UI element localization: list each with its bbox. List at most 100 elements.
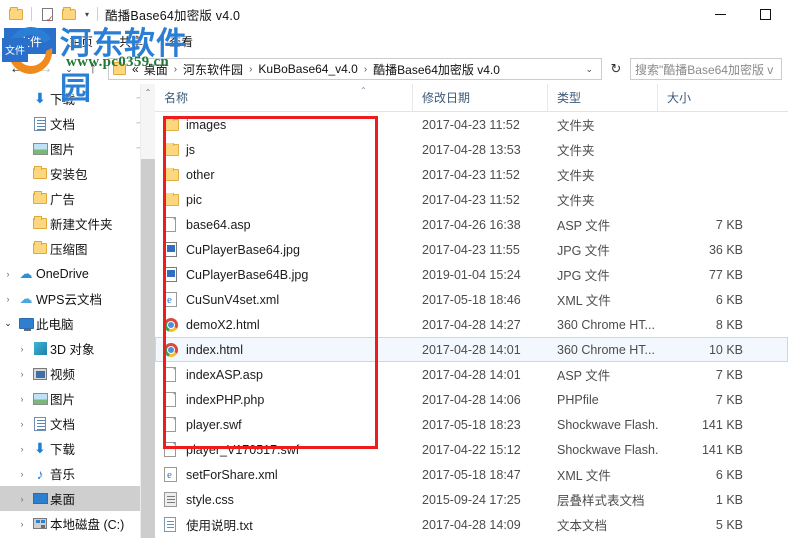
tab-view[interactable]: 查看 <box>156 30 206 54</box>
sidebar-scrollbar[interactable]: ⌃ <box>140 84 155 538</box>
breadcrumb[interactable]: « 桌面 › 河东软件园 › KuBoBase64_v4.0 › 酷播Base6… <box>108 58 602 80</box>
table-row[interactable]: style.css 2015-09-24 17:25 层叠样式表文档 1 KB <box>155 487 788 512</box>
table-row[interactable]: images 2017-04-23 11:52 文件夹 <box>155 112 788 137</box>
sidebar-item-12[interactable]: › 图片 <box>0 386 155 411</box>
sidebar-item-15[interactable]: › ♪ 音乐 <box>0 461 155 486</box>
tab-share[interactable]: 共享 <box>106 30 156 54</box>
sidebar-item-13[interactable]: › 文档 <box>0 411 155 436</box>
sidebar-item-10[interactable]: › 3D 对象 <box>0 336 155 361</box>
chevron-right-icon[interactable]: › <box>14 419 30 429</box>
table-row[interactable]: indexPHP.php 2017-04-28 14:06 PHPfile 7 KB <box>155 387 788 412</box>
table-row[interactable]: CuPlayerBase64.jpg 2017-04-23 11:55 JPG 文件… <box>155 237 788 262</box>
table-row[interactable]: js 2017-04-28 13:53 文件夹 <box>155 137 788 162</box>
chevron-right-icon: › <box>249 63 253 75</box>
file-name-cell: other <box>156 167 413 182</box>
table-row[interactable]: 使用说明.txt 2017-04-28 14:09 文本文档 5 KB <box>155 512 788 537</box>
chevron-right-icon[interactable]: › <box>14 494 30 504</box>
breadcrumb-item-kubobase64[interactable]: KuBoBase64_v4.0 <box>256 62 359 76</box>
column-header-date[interactable]: 修改日期 <box>412 84 547 112</box>
document-icon <box>30 416 50 431</box>
breadcrumb-item-current[interactable]: 酷播Base64加密版 v4.0 <box>371 61 502 78</box>
explorer-body: ⬇下载📌文档📌图片📌 安装包广告新建文件夹压缩图›☁OneDrive›☁WPS云文… <box>0 84 788 538</box>
search-input[interactable]: 搜索"酷播Base64加密版 v <box>630 58 782 80</box>
folder-icon[interactable] <box>6 4 26 24</box>
sidebar-item-label: 3D 对象 <box>50 343 95 357</box>
recent-locations-icon[interactable]: ⌄ <box>60 57 78 81</box>
table-row[interactable]: setForShare.xml 2017-05-18 18:47 XML 文件 6 K… <box>155 462 788 487</box>
chevron-right-icon[interactable]: › <box>14 519 30 529</box>
properties-icon[interactable] <box>37 4 57 24</box>
chevron-right-icon[interactable]: › <box>14 469 30 479</box>
chevron-right-icon[interactable]: › <box>14 369 30 379</box>
sidebar-item-5[interactable]: 新建文件夹 <box>0 211 155 236</box>
this-pc-icon <box>16 318 36 331</box>
chevron-down-icon[interactable]: ⌄ <box>0 318 16 329</box>
refresh-icon[interactable]: ↻ <box>604 58 628 80</box>
sidebar-item-17[interactable]: › 本地磁盘 (C:) <box>0 511 155 536</box>
table-row[interactable]: CuSunV4set.xml 2017-05-18 18:46 XML 文件 6 KB <box>155 287 788 312</box>
breadcrumb-overflow[interactable]: « <box>130 62 141 76</box>
table-row[interactable]: pic 2017-04-23 11:52 文件夹 <box>155 187 788 212</box>
table-row[interactable]: indexASP.asp 2017-04-28 14:01 ASP 文件 7 KB <box>155 362 788 387</box>
file-type-cell: PHPfile <box>557 392 599 407</box>
scrollbar-thumb[interactable] <box>141 159 155 538</box>
column-header-size[interactable]: 大小 <box>657 84 752 112</box>
chevron-down-icon[interactable]: ⌄ <box>579 64 599 75</box>
folder-icon <box>164 117 186 131</box>
chevron-right-icon[interactable]: › <box>14 444 30 454</box>
sidebar-item-7[interactable]: › ☁ OneDrive <box>0 261 155 286</box>
sidebar-item-6[interactable]: 压缩图 <box>0 236 155 261</box>
scroll-up-arrow-icon[interactable]: ⌃ <box>141 84 155 101</box>
table-row[interactable]: player.swf 2017-05-18 18:23 Shockwave Flas… <box>155 412 788 437</box>
file-date-cell: 2017-04-28 14:06 <box>422 392 521 407</box>
column-header-type[interactable]: 类型 <box>547 84 657 112</box>
folder-icon <box>30 166 50 179</box>
chevron-right-icon[interactable]: › <box>0 269 16 279</box>
tab-home[interactable]: 主页 <box>56 30 106 54</box>
jpg-file-icon <box>164 267 186 282</box>
new-folder-icon[interactable] <box>59 4 79 24</box>
file-name-cell: player.swf <box>156 417 413 432</box>
table-row[interactable]: player_V170517.swf 2017-04-22 15:12 Shockw… <box>155 437 788 462</box>
minimize-button[interactable] <box>698 0 743 28</box>
chevron-right-icon[interactable]: › <box>14 394 30 404</box>
sidebar-item-label: 音乐 <box>50 468 76 482</box>
sidebar-item-label: 图片 <box>50 393 76 407</box>
back-button[interactable]: ← <box>4 57 30 81</box>
table-row[interactable]: demoX2.html 2017-04-28 14:27 360 Chrome HT… <box>155 312 788 337</box>
breadcrumb-item-hedong[interactable]: 河东软件园 <box>181 61 245 78</box>
file-size-cell: 36 KB <box>708 242 743 257</box>
table-row[interactable]: base64.asp 2017-04-26 16:38 ASP 文件 7 KB <box>155 212 788 237</box>
table-row[interactable]: other 2017-04-23 11:52 文件夹 <box>155 162 788 187</box>
up-button[interactable]: ↑ <box>80 57 106 81</box>
chevron-down-icon[interactable]: ▾ <box>81 10 93 19</box>
table-row[interactable]: index.html 2017-04-28 14:01 360 Chrome HT.… <box>155 337 788 362</box>
forward-button[interactable]: → <box>32 57 58 81</box>
sidebar-item-4[interactable]: 广告 <box>0 186 155 211</box>
file-name-label: 使用说明.txt <box>186 519 253 533</box>
jpg-file-icon <box>164 242 186 257</box>
download-icon: ⬇ <box>34 90 46 106</box>
sidebar-item-9[interactable]: ⌄ 此电脑 <box>0 311 155 336</box>
sidebar-item-1[interactable]: 文档📌 <box>0 111 155 136</box>
maximize-button[interactable] <box>743 0 788 28</box>
sidebar-item-label: 桌面 <box>50 493 76 507</box>
search-placeholder: 搜索"酷播Base64加密版 v <box>635 62 774 77</box>
sidebar-item-3[interactable]: 安装包 <box>0 161 155 186</box>
table-row[interactable]: CuPlayerBase64B.jpg 2019-01-04 15:24 JPG 文… <box>155 262 788 287</box>
sidebar-item-11[interactable]: › 视频 <box>0 361 155 386</box>
sidebar-item-label: 安装包 <box>50 168 88 182</box>
sidebar-item-8[interactable]: › ☁ WPS云文档 <box>0 286 155 311</box>
sidebar-item-0[interactable]: ⬇下载📌 <box>0 86 155 111</box>
chevron-right-icon[interactable]: › <box>14 344 30 354</box>
sidebar-item-2[interactable]: 图片📌 <box>0 136 155 161</box>
file-type-cell: ASP 文件 <box>557 369 611 383</box>
chevron-right-icon[interactable]: › <box>0 294 16 304</box>
folder-icon <box>164 192 186 206</box>
folder-icon <box>30 241 50 254</box>
sidebar-item-16[interactable]: › 桌面 <box>0 486 155 511</box>
tab-file[interactable]: 文件 <box>4 28 56 54</box>
column-header-name[interactable]: 名称 ⌃ <box>155 84 412 112</box>
sidebar-item-14[interactable]: › ⬇ 下载 <box>0 436 155 461</box>
breadcrumb-item-desktop[interactable]: 桌面 <box>142 61 170 78</box>
